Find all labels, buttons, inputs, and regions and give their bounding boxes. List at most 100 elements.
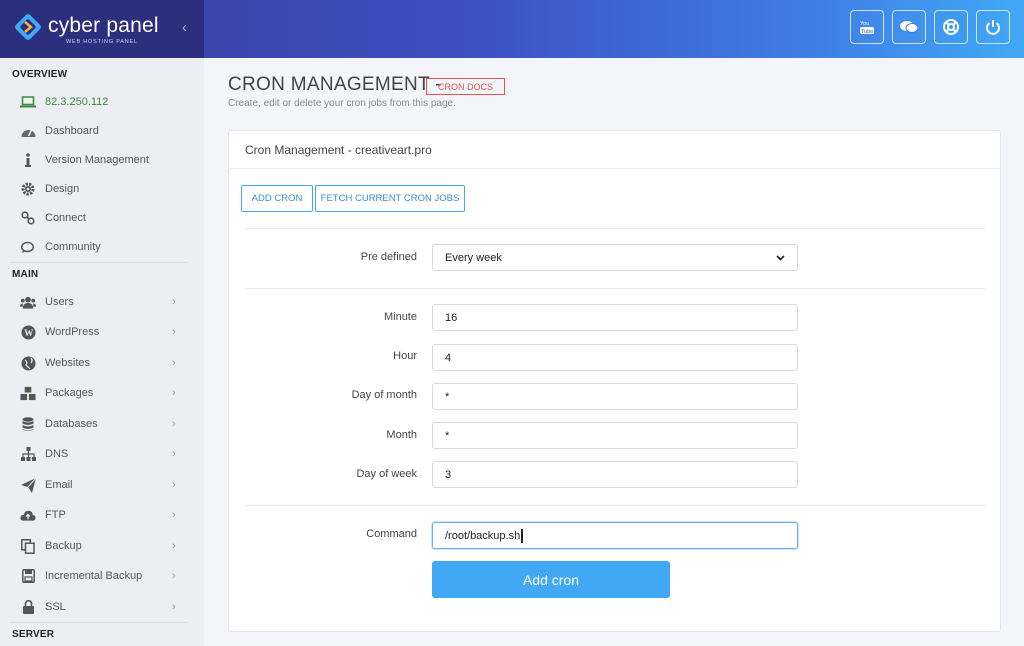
svg-text:Tube: Tube — [861, 29, 873, 35]
form-divider — [245, 228, 985, 229]
sidebar-item-dashboard[interactable]: Dashboard — [0, 117, 204, 145]
fetch-cron-jobs-button[interactable]: FETCH CURRENT CRON JOBS — [315, 185, 465, 212]
brand[interactable]: cyber panel WEB HOSTING PANEL ‹ — [0, 0, 204, 58]
form-divider — [245, 288, 985, 289]
sidebar-item-label: Design — [45, 183, 80, 195]
panel-title: Cron Management - creativeart.pro — [245, 143, 432, 157]
sidebar-item-version-management[interactable]: Version Management — [0, 146, 204, 174]
sidebar-item-ip[interactable]: 82.3.250.112 — [0, 88, 204, 116]
sidebar-item-backup[interactable]: Backup › — [0, 532, 204, 560]
hour-input[interactable]: 4 — [432, 344, 798, 371]
month-input[interactable]: * — [432, 422, 798, 449]
sidebar-item-dns[interactable]: DNS › — [0, 440, 204, 468]
brand-tagline: WEB HOSTING PANEL — [66, 39, 138, 45]
page-description: Create, edit or delete your cron jobs fr… — [228, 98, 456, 109]
sidebar-item-label: WordPress — [45, 326, 100, 338]
page-title: CRON MANAGEMENT - — [228, 74, 442, 95]
server-ip: 82.3.250.112 — [45, 96, 109, 108]
sidebar-item-websites[interactable]: Websites › — [0, 349, 204, 377]
youtube-button[interactable]: You Tube — [850, 10, 884, 44]
section-heading-main: MAIN — [12, 269, 39, 280]
sidebar-item-connect[interactable]: Connect — [0, 204, 204, 232]
command-value: /root/backup.sh — [445, 529, 521, 542]
sidebar-item-label: Packages — [45, 387, 94, 399]
sidebar-item-label: Backup — [45, 540, 82, 552]
chevron-right-icon: › — [172, 387, 176, 399]
sidebar-item-community[interactable]: Community — [0, 233, 204, 261]
sidebar-item-incremental-backup[interactable]: Incremental Backup › — [0, 562, 204, 590]
lock-icon — [20, 599, 36, 615]
gear-icon — [20, 181, 36, 197]
chevron-right-icon: › — [172, 479, 176, 491]
chevron-right-icon: › — [172, 357, 176, 369]
form-divider — [245, 505, 985, 506]
copy-icon — [20, 538, 36, 554]
chevron-right-icon: › — [172, 509, 176, 521]
brand-name: cyber panel — [48, 14, 159, 37]
sidebar-item-label: Websites — [45, 357, 91, 369]
sidebar-item-design[interactable]: Design — [0, 175, 204, 203]
sidebar-item-label: Version Management — [45, 154, 149, 166]
sidebar-item-label: SSL — [45, 601, 66, 613]
chevron-right-icon: › — [172, 448, 176, 460]
sidebar-collapse-button[interactable]: ‹ — [182, 19, 187, 36]
link-icon — [20, 210, 36, 226]
laptop-icon — [20, 94, 36, 110]
add-cron-tab-button[interactable]: ADD CRON — [241, 185, 313, 212]
logout-button[interactable] — [976, 10, 1010, 44]
power-icon — [986, 20, 1000, 35]
sidebar-item-ftp[interactable]: FTP › — [0, 501, 204, 529]
svg-text:W: W — [24, 328, 33, 338]
cyberpanel-logo-icon — [15, 14, 41, 40]
cron-panel: Cron Management - creativeart.pro ADD CR… — [228, 130, 1001, 632]
save-icon — [20, 568, 36, 584]
section-heading-server: SERVER — [12, 629, 55, 640]
cubes-icon — [20, 385, 36, 401]
sidebar-item-users[interactable]: Users › — [0, 288, 204, 316]
minute-input[interactable]: 16 — [432, 304, 798, 331]
chat-icon — [900, 21, 918, 33]
sidebar-item-email[interactable]: Email › — [0, 471, 204, 499]
comments-icon — [20, 239, 36, 255]
cron-docs-link[interactable]: CRON DOCS — [426, 78, 505, 95]
chat-button[interactable] — [892, 10, 926, 44]
hour-label: Hour — [393, 350, 417, 362]
sidebar-item-packages[interactable]: Packages › — [0, 379, 204, 407]
section-heading-overview: OVERVIEW — [12, 69, 68, 80]
chevron-right-icon: › — [172, 326, 176, 338]
globe-icon — [20, 355, 36, 371]
sidebar-item-label: Dashboard — [45, 125, 99, 137]
info-icon — [20, 152, 36, 168]
chevron-right-icon: › — [172, 418, 176, 430]
top-bar: cyber panel WEB HOSTING PANEL ‹ You Tube — [0, 0, 1024, 58]
sidebar-item-label: DNS — [45, 448, 69, 460]
sidebar-item-label: Connect — [45, 212, 86, 224]
day-of-month-input[interactable]: * — [432, 383, 798, 410]
command-input[interactable]: /root/backup.sh — [432, 522, 798, 549]
cloud-upload-icon — [20, 507, 36, 523]
sidebar-item-ssl[interactable]: SSL › — [0, 593, 204, 621]
sitemap-icon — [20, 446, 36, 462]
chevron-right-icon: › — [172, 570, 176, 582]
chevron-right-icon: › — [172, 296, 176, 308]
wordpress-icon: W — [20, 324, 36, 340]
sidebar-item-label: Users — [45, 296, 74, 308]
month-label: Month — [386, 429, 417, 441]
support-icon — [943, 19, 959, 35]
support-button[interactable] — [934, 10, 968, 44]
text-caret — [521, 528, 524, 543]
sidebar-item-label: Email — [45, 479, 73, 491]
add-cron-submit-button[interactable]: Add cron — [432, 561, 670, 598]
dashboard-icon — [20, 123, 36, 139]
sidebar-item-label: Databases — [45, 418, 98, 430]
predefined-select[interactable]: Every week — [432, 244, 798, 271]
chevron-right-icon: › — [172, 540, 176, 552]
database-icon — [20, 416, 36, 432]
command-label: Command — [366, 528, 417, 540]
day-of-week-input[interactable]: 3 — [432, 461, 798, 488]
sidebar-item-label: Incremental Backup — [45, 570, 143, 582]
sidebar-item-label: FTP — [45, 509, 66, 521]
sidebar-item-wordpress[interactable]: W WordPress › — [0, 318, 204, 346]
sidebar-item-databases[interactable]: Databases › — [0, 410, 204, 438]
day-of-week-label: Day of week — [356, 468, 417, 480]
